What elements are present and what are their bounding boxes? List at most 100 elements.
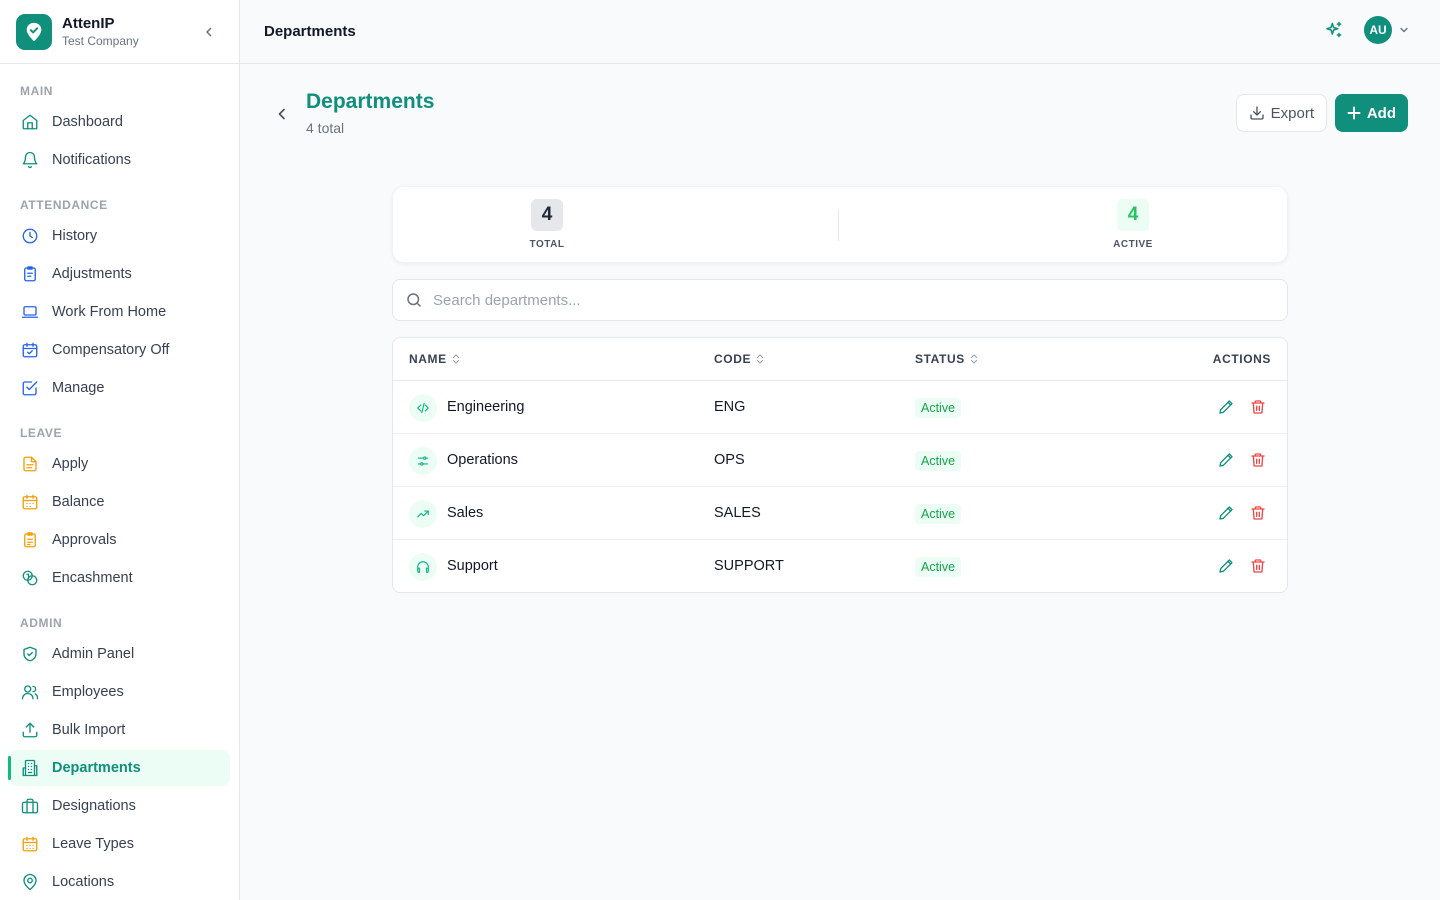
sidebar-item-designations[interactable]: Designations: [9, 788, 230, 824]
sidebar-item-departments[interactable]: Departments: [8, 750, 230, 786]
header-title: Departments: [264, 23, 356, 40]
trash-icon: [1251, 400, 1265, 414]
page-title: Departments: [306, 90, 435, 113]
calendar-grid-icon: [20, 492, 40, 512]
building-icon: [20, 758, 40, 778]
sidebar-item-compensatory-off[interactable]: Compensatory Off: [9, 332, 230, 368]
sidebar-item-label: Admin Panel: [52, 646, 135, 662]
search-box: [392, 279, 1288, 321]
column-header-label: STATUS: [915, 352, 965, 366]
status-badge: Active: [915, 504, 962, 524]
code-icon: [409, 394, 437, 422]
delete-button[interactable]: [1249, 451, 1267, 469]
brand-header: AttenIP Test Company: [0, 0, 239, 64]
pencil-icon: [1219, 506, 1233, 520]
stat-total: 4 TOTAL: [487, 199, 607, 250]
clipboard-list-icon: [20, 530, 40, 550]
edit-button[interactable]: [1217, 504, 1235, 522]
edit-button[interactable]: [1217, 398, 1235, 416]
column-header-name[interactable]: NAME: [409, 352, 460, 366]
stat-total-value: 4: [531, 199, 563, 231]
sidebar-item-notifications[interactable]: Notifications: [9, 142, 230, 178]
delete-button[interactable]: [1249, 557, 1267, 575]
stats-divider: [838, 209, 839, 241]
shield-check-icon: [20, 644, 40, 664]
calendar-check-icon: [20, 340, 40, 360]
calendar-days-icon: [20, 834, 40, 854]
chevron-down-icon[interactable]: [1398, 24, 1410, 36]
department-name: Operations: [447, 452, 518, 468]
back-button[interactable]: [270, 102, 294, 126]
sort-icon: [970, 354, 978, 364]
department-code: OPS: [714, 452, 745, 468]
sidebar-item-label: Designations: [52, 798, 136, 814]
sidebar-item-label: Leave Types: [52, 836, 134, 852]
nav-section-leave: LEAVE: [20, 426, 63, 440]
user-avatar[interactable]: AU: [1364, 16, 1392, 44]
sidebar-item-employees[interactable]: Employees: [9, 674, 230, 710]
bell-icon: [20, 150, 40, 170]
file-text-icon: [20, 454, 40, 474]
sidebar-item-approvals[interactable]: Approvals: [9, 522, 230, 558]
sidebar-item-leave-types[interactable]: Leave Types: [9, 826, 230, 862]
nav-section-main: MAIN: [20, 84, 54, 98]
ai-assistant-button[interactable]: [1320, 16, 1348, 44]
sort-icon: [756, 354, 764, 364]
sidebar: AttenIP Test Company MAIN Dashboard Noti…: [0, 0, 240, 900]
edit-button[interactable]: [1217, 451, 1235, 469]
sidebar-item-manage[interactable]: Manage: [9, 370, 230, 406]
sidebar-item-adjustments[interactable]: Adjustments: [9, 256, 230, 292]
users-icon: [20, 682, 40, 702]
column-header-actions: ACTIONS: [1213, 352, 1271, 366]
edit-button[interactable]: [1217, 557, 1235, 575]
export-button[interactable]: Export: [1235, 94, 1327, 132]
home-icon: [20, 112, 40, 132]
column-header-code[interactable]: CODE: [714, 352, 764, 366]
sidebar-item-apply[interactable]: Apply: [9, 446, 230, 482]
sort-icon: [452, 354, 460, 364]
status-badge: Active: [915, 557, 962, 577]
table-row[interactable]: Operations OPS Active: [393, 434, 1287, 487]
sidebar-item-dashboard[interactable]: Dashboard: [9, 104, 230, 140]
sidebar-item-bulk-import[interactable]: Bulk Import: [9, 712, 230, 748]
plus-icon: [1347, 106, 1361, 120]
sidebar-item-label: Encashment: [52, 570, 133, 586]
sidebar-item-work-from-home[interactable]: Work From Home: [9, 294, 230, 330]
search-input[interactable]: [433, 291, 1253, 309]
sidebar-item-encashment[interactable]: Encashment: [9, 560, 230, 596]
department-code: SUPPORT: [714, 558, 784, 574]
table-row[interactable]: Sales SALES Active: [393, 487, 1287, 540]
chevron-left-icon: [278, 108, 285, 120]
column-header-status[interactable]: STATUS: [915, 352, 978, 366]
stat-active: 4 ACTIVE: [1073, 199, 1193, 250]
headphones-icon: [409, 553, 437, 581]
table-row[interactable]: Support SUPPORT Active: [393, 540, 1287, 592]
collapse-sidebar-button[interactable]: [201, 24, 217, 40]
sidebar-item-label: Approvals: [52, 532, 117, 548]
sidebar-item-label: Compensatory Off: [52, 342, 170, 358]
trending-up-icon: [409, 500, 437, 528]
map-pin-icon: [20, 872, 40, 892]
sidebar-item-label: History: [52, 228, 98, 244]
page-subtitle: 4 total: [306, 120, 345, 136]
app-logo-icon: [16, 13, 52, 50]
square-check-icon: [20, 378, 40, 398]
nav-section-admin: ADMIN: [20, 616, 63, 630]
briefcase-icon: [20, 796, 40, 816]
sidebar-item-label: Manage: [52, 380, 105, 396]
add-department-button[interactable]: Add: [1334, 94, 1408, 132]
coins-icon: [20, 568, 40, 588]
table-row[interactable]: Engineering ENG Active: [393, 381, 1287, 434]
sidebar-item-history[interactable]: History: [9, 218, 230, 254]
delete-button[interactable]: [1249, 504, 1267, 522]
stat-active-value: 4: [1117, 199, 1149, 231]
clock-icon: [20, 226, 40, 246]
sidebar-item-locations[interactable]: Locations: [9, 864, 230, 900]
department-name: Sales: [447, 505, 484, 521]
sidebar-item-label: Notifications: [52, 152, 131, 168]
department-code: ENG: [714, 399, 746, 415]
sidebar-item-balance[interactable]: Balance: [9, 484, 230, 520]
delete-button[interactable]: [1249, 398, 1267, 416]
clipboard-icon: [20, 264, 40, 284]
sidebar-item-admin-panel[interactable]: Admin Panel: [9, 636, 230, 672]
